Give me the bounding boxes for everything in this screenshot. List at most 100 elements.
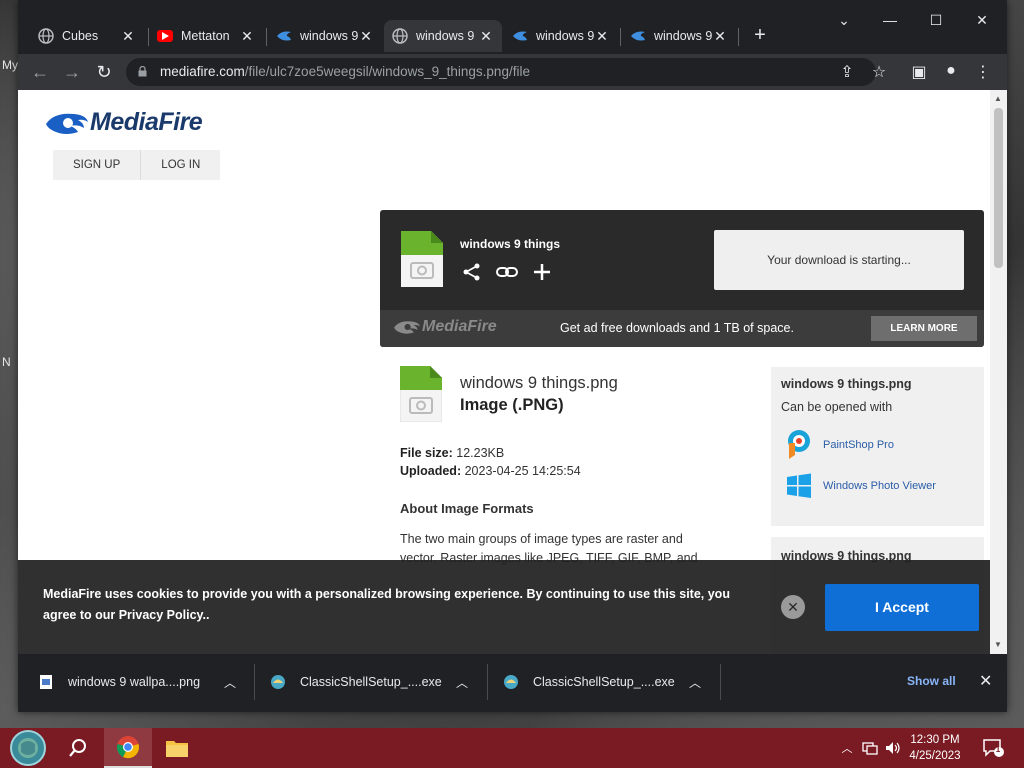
globe-icon xyxy=(38,28,54,44)
tab-mettaton[interactable]: Mettaton ✕ xyxy=(149,20,263,52)
mediafire-flame-icon xyxy=(46,113,88,134)
taskbar-clock[interactable]: 12:30 PM 4/25/2023 xyxy=(900,732,970,764)
download-item[interactable]: ClassicShellSetup_....exe ︿ xyxy=(270,664,480,700)
address-bar[interactable]: mediafire.com/file/ulc7zoe5weegsil/windo… xyxy=(126,58,876,86)
maximize-button[interactable]: ☐ xyxy=(922,12,950,29)
link-icon[interactable] xyxy=(496,262,518,282)
tab-strip: Cubes ✕ Mettaton ✕ windows 9 ✕ windows 9 xyxy=(18,0,1007,54)
tab-cubes[interactable]: Cubes ✕ xyxy=(30,20,144,52)
back-button[interactable]: ← xyxy=(28,60,52,84)
auth-buttons: SIGN UP LOG IN xyxy=(53,150,221,180)
reload-button[interactable]: ↻ xyxy=(92,60,116,84)
start-button[interactable] xyxy=(4,728,52,768)
image-file-icon xyxy=(401,231,443,287)
file-explorer-button[interactable] xyxy=(153,728,201,768)
close-window-button[interactable]: ✕ xyxy=(968,12,996,29)
tab-windows-9[interactable]: windows 9 ✕ xyxy=(504,20,618,52)
add-icon[interactable] xyxy=(532,262,552,282)
download-box: windows 9 things Your download is starti… xyxy=(380,210,984,347)
chevron-up-icon[interactable]: ︿ xyxy=(224,674,236,691)
app-windows-photo-viewer[interactable]: Windows Photo Viewer xyxy=(785,472,936,500)
tab-title: windows 9 xyxy=(300,29,358,43)
bookmark-star-icon[interactable]: ☆ xyxy=(868,62,890,82)
download-name: windows 9 wallpa....png xyxy=(68,675,201,689)
scrollbar-thumb[interactable] xyxy=(994,108,1003,268)
clock-date: 4/25/2023 xyxy=(909,750,961,762)
tab-windows-9[interactable]: windows 9 ✕ xyxy=(268,20,382,52)
taskbar: ︿ 12:30 PM 4/25/2023 1 xyxy=(0,728,1024,768)
tab-title: Mettaton xyxy=(181,29,230,43)
shell-setup-icon xyxy=(271,675,285,689)
chrome-taskbar-button[interactable] xyxy=(104,728,152,768)
tab-windows-9[interactable]: windows 9 ✕ xyxy=(622,20,736,52)
globe-icon xyxy=(392,28,408,44)
cookie-text: MediaFire uses cookies to provide you wi… xyxy=(43,587,730,622)
app-label: PaintShop Pro xyxy=(823,439,894,451)
file-size: 12.23KB xyxy=(456,446,505,460)
menu-icon[interactable]: ⋮ xyxy=(972,62,994,82)
file-name: windows 9 things.png xyxy=(460,374,618,392)
youtube-icon xyxy=(157,30,173,42)
scroll-up-icon[interactable]: ▲ xyxy=(994,94,1002,103)
show-all-button[interactable]: Show all xyxy=(907,674,956,688)
tab-title: windows 9 xyxy=(536,29,594,43)
close-icon[interactable]: ✕ xyxy=(239,28,255,45)
browser-window: Cubes ✕ Mettaton ✕ windows 9 ✕ windows 9 xyxy=(18,0,1007,712)
open-with-panel: windows 9 things.png Can be opened with … xyxy=(771,367,984,526)
close-icon[interactable]: ✕ xyxy=(979,671,992,691)
windows-logo-icon xyxy=(787,473,811,498)
close-icon[interactable]: ✕ xyxy=(478,28,494,45)
image-file-icon xyxy=(40,675,52,689)
notification-center-button[interactable]: 1 xyxy=(980,728,1006,768)
tab-windows-9-active[interactable]: windows 9 ✕ xyxy=(384,20,502,52)
mediafire-icon xyxy=(630,28,646,44)
download-name: ClassicShellSetup_....exe xyxy=(300,675,442,689)
sign-up-button[interactable]: SIGN UP xyxy=(53,150,142,180)
mediafire-icon xyxy=(512,28,528,44)
network-icon[interactable] xyxy=(860,728,880,768)
chevron-up-icon[interactable]: ︿ xyxy=(838,728,856,768)
search-button[interactable] xyxy=(54,728,102,768)
close-icon[interactable]: ✕ xyxy=(594,28,610,45)
chevron-up-icon[interactable]: ︿ xyxy=(689,674,701,691)
desktop-label: N xyxy=(2,355,11,369)
paintshop-pro-icon xyxy=(788,430,810,459)
share-icon[interactable]: ⇪ xyxy=(836,62,858,82)
scroll-down-icon[interactable]: ▼ xyxy=(994,640,1002,649)
image-file-icon xyxy=(399,365,443,423)
browser-toolbar: ← → ↻ mediafire.com/file/ulc7zoe5weegsil… xyxy=(18,54,1007,90)
windows-orb-icon xyxy=(10,730,46,766)
notification-count: 1 xyxy=(995,745,1001,754)
close-icon[interactable]: ✕ xyxy=(120,28,136,45)
promo-band: MediaFire Get ad free downloads and 1 TB… xyxy=(380,310,984,347)
mediafire-flame-icon xyxy=(394,321,420,334)
tab-search-icon[interactable]: ⌄ xyxy=(830,12,858,29)
learn-more-button[interactable]: LEARN MORE xyxy=(871,316,977,341)
chevron-up-icon[interactable]: ︿ xyxy=(456,674,468,691)
mediafire-icon xyxy=(276,28,292,44)
app-paintshop-pro[interactable]: PaintShop Pro xyxy=(785,429,894,461)
about-heading: About Image Formats xyxy=(400,501,534,516)
forward-button[interactable]: → xyxy=(60,60,84,84)
close-icon[interactable]: ✕ xyxy=(358,28,374,45)
side-panel-icon[interactable]: ▣ xyxy=(908,62,930,82)
download-item[interactable]: ClassicShellSetup_....exe ︿ xyxy=(503,664,713,700)
minimize-button[interactable]: — xyxy=(876,12,904,28)
file-meta: File size: 12.23KB Uploaded: 2023-04-25 … xyxy=(400,446,581,478)
share-icon[interactable] xyxy=(462,262,482,282)
accept-cookies-button[interactable]: I Accept xyxy=(825,584,979,631)
new-tab-button[interactable]: + xyxy=(748,24,772,47)
file-actions xyxy=(462,262,552,282)
page-scrollbar[interactable]: ▲ ▼ xyxy=(990,90,1007,654)
profile-icon[interactable]: ● xyxy=(940,62,962,80)
download-name: ClassicShellSetup_....exe xyxy=(533,675,675,689)
close-icon[interactable]: ✕ xyxy=(712,28,728,45)
chrome-icon xyxy=(117,736,139,759)
close-icon[interactable]: ✕ xyxy=(781,595,805,619)
cookie-banner: MediaFire uses cookies to provide you wi… xyxy=(18,560,990,654)
app-label: Windows Photo Viewer xyxy=(823,480,936,492)
download-item[interactable]: windows 9 wallpa....png ︿ xyxy=(38,664,248,700)
mediafire-logo[interactable]: MediaFire xyxy=(44,108,203,137)
web-page: MediaFire SIGN UP LOG IN windows 9 thing… xyxy=(18,90,990,654)
log-in-button[interactable]: LOG IN xyxy=(141,150,220,180)
